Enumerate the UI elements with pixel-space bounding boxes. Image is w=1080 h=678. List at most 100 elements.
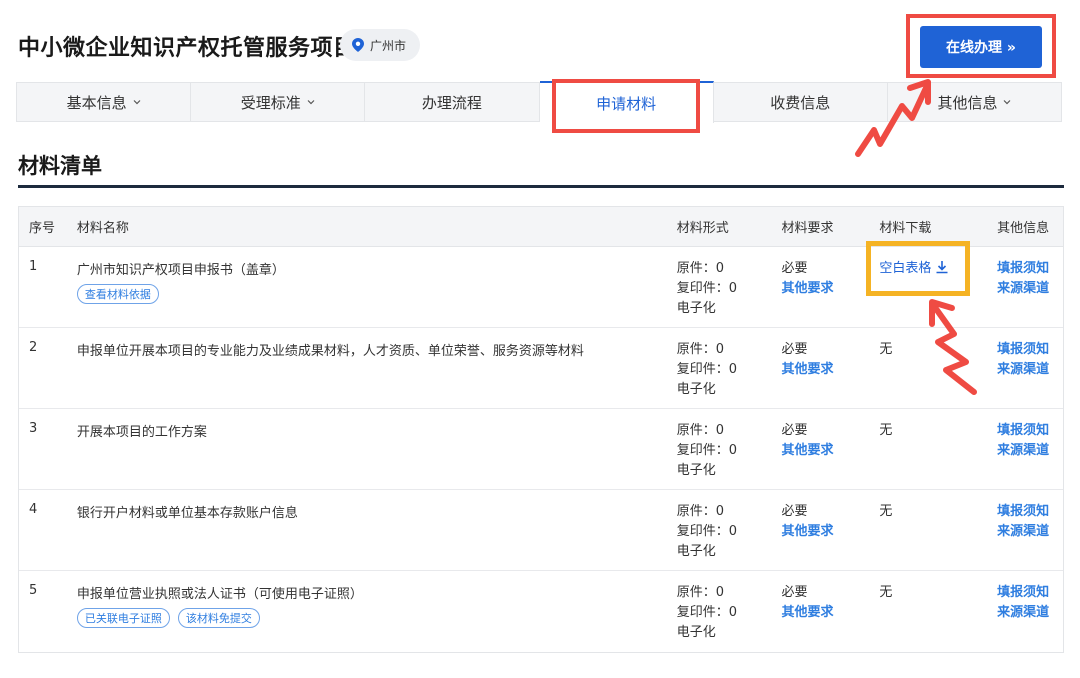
other-info: 填报须知 来源渠道 (987, 583, 1063, 652)
electronic-label: 电子化 (676, 544, 716, 559)
header-download: 材料下载 (879, 221, 932, 236)
exempt-submission-tag[interactable]: 该材料免提交 (177, 608, 260, 628)
view-basis-tag[interactable]: 查看材料依据 (76, 284, 159, 304)
material-form: 原件：0 复印件：0 电子化 (669, 340, 772, 408)
filling-notes-link[interactable]: 填报须知 (997, 259, 1063, 279)
source-channel-link[interactable]: 来源渠道 (997, 441, 1063, 461)
tab-basic-info[interactable]: 基本信息 (17, 83, 192, 121)
tab-bar: 基本信息 受理标准 办理流程 申请材料 收费信息 其他信息 (16, 81, 1062, 123)
tab-label: 申请材料 (596, 94, 657, 113)
electronic-label: 电子化 (676, 463, 716, 478)
chevron-down-icon (307, 100, 315, 105)
material-name-cell: 申报单位营业执照或法人证书（可使用电子证照） 已关联电子证照 该材料免提交 (67, 583, 669, 652)
header-other: 其他信息 (997, 221, 1050, 236)
table-row: 4 银行开户材料或单位基本存款账户信息 原件：0 复印件：0 电子化 必要 其他… (19, 490, 1063, 571)
filling-notes-link[interactable]: 填报须知 (997, 421, 1063, 441)
material-name: 申报单位开展本项目的专业能力及业绩成果材料，人才资质、单位荣誉、服务资源等材料 (76, 344, 584, 359)
material-name: 银行开户材料或单位基本存款账户信息 (76, 506, 298, 521)
source-channel-link[interactable]: 来源渠道 (997, 603, 1063, 623)
material-download: 空白表格 (869, 259, 987, 327)
other-info: 填报须知 来源渠道 (987, 502, 1063, 570)
tab-process[interactable]: 办理流程 (365, 83, 540, 121)
table-row: 2 申报单位开展本项目的专业能力及业绩成果材料，人才资质、单位荣誉、服务资源等材… (19, 328, 1063, 409)
header-requirement: 材料要求 (781, 221, 834, 236)
table-row: 1 广州市知识产权项目申报书（盖章） 查看材料依据 原件：0 复印件：0 电子化… (19, 247, 1063, 328)
download-label: 空白表格 (879, 261, 932, 276)
row-number: 5 (29, 583, 38, 598)
chevron-down-icon (1004, 100, 1011, 105)
source-channel-link[interactable]: 来源渠道 (997, 360, 1063, 380)
header-form: 材料形式 (676, 221, 729, 236)
material-name-cell: 广州市知识产权项目申报书（盖章） 查看材料依据 (67, 259, 669, 327)
material-form: 原件：0 复印件：0 电子化 (669, 502, 772, 570)
table-header: 序号 材料名称 材料形式 材料要求 材料下载 其他信息 (19, 207, 1063, 247)
other-requirements-link[interactable]: 其他要求 (782, 441, 870, 461)
copy-count: 复印件：0 (676, 605, 737, 620)
material-download: 无 (869, 421, 987, 489)
download-none: 无 (879, 585, 893, 600)
table-row: 3 开展本项目的工作方案 原件：0 复印件：0 电子化 必要 其他要求 无 填报… (19, 409, 1063, 490)
tab-label: 其他信息 (937, 93, 998, 112)
page-title: 中小微企业知识产权托管服务项目 (18, 36, 356, 61)
electronic-label: 电子化 (676, 301, 716, 316)
online-apply-button[interactable]: 在线办理 » (920, 26, 1042, 68)
chevron-down-icon (133, 100, 141, 105)
material-requirement: 必要 其他要求 (772, 259, 870, 327)
material-form: 原件：0 复印件：0 电子化 (669, 421, 772, 489)
other-requirements-link[interactable]: 其他要求 (782, 603, 870, 623)
other-info: 填报须知 来源渠道 (987, 259, 1063, 327)
location-pin-icon (352, 38, 364, 52)
material-requirement: 必要 其他要求 (772, 502, 870, 570)
material-name: 申报单位营业执照或法人证书（可使用电子证照） (76, 587, 363, 602)
other-info: 填报须知 来源渠道 (987, 421, 1063, 489)
section-title: 材料清单 (18, 154, 102, 178)
source-channel-link[interactable]: 来源渠道 (997, 279, 1063, 299)
required-label: 必要 (781, 585, 808, 600)
location-badge[interactable]: 广州市 (340, 29, 421, 61)
required-label: 必要 (781, 342, 808, 357)
electronic-label: 电子化 (676, 382, 716, 397)
tab-label: 基本信息 (66, 93, 127, 112)
required-label: 必要 (781, 261, 808, 276)
original-count: 原件：0 (676, 261, 724, 276)
material-name-cell: 申报单位开展本项目的专业能力及业绩成果材料，人才资质、单位荣誉、服务资源等材料 (67, 340, 669, 408)
row-number: 2 (29, 340, 38, 355)
original-count: 原件：0 (676, 585, 724, 600)
filling-notes-link[interactable]: 填报须知 (997, 340, 1063, 360)
row-number: 1 (29, 259, 38, 274)
row-number: 3 (29, 421, 38, 436)
material-requirement: 必要 其他要求 (772, 421, 870, 489)
required-label: 必要 (781, 504, 808, 519)
material-form: 原件：0 复印件：0 电子化 (669, 259, 772, 327)
other-requirements-link[interactable]: 其他要求 (782, 360, 870, 380)
material-form: 原件：0 复印件：0 电子化 (669, 583, 772, 652)
copy-count: 复印件：0 (676, 524, 737, 539)
blank-form-download-link[interactable]: 空白表格 (879, 261, 949, 276)
other-requirements-link[interactable]: 其他要求 (782, 279, 870, 299)
location-label: 广州市 (370, 38, 407, 53)
material-download: 无 (869, 340, 987, 408)
tab-other-info[interactable]: 其他信息 (888, 83, 1061, 121)
section-divider (18, 185, 1064, 188)
download-none: 无 (879, 342, 893, 357)
electronic-label: 电子化 (676, 625, 716, 640)
copy-count: 复印件：0 (676, 443, 737, 458)
header-name: 材料名称 (76, 221, 129, 236)
header-no: 序号 (29, 221, 56, 236)
other-requirements-link[interactable]: 其他要求 (782, 522, 870, 542)
material-download: 无 (869, 502, 987, 570)
filling-notes-link[interactable]: 填报须知 (997, 583, 1063, 603)
material-download: 无 (869, 583, 987, 652)
tab-application-materials[interactable]: 申请材料 (539, 81, 714, 123)
tab-acceptance-criteria[interactable]: 受理标准 (191, 83, 366, 121)
download-none: 无 (879, 504, 893, 519)
required-label: 必要 (781, 423, 808, 438)
tab-label: 办理流程 (421, 93, 482, 112)
material-name-cell: 银行开户材料或单位基本存款账户信息 (67, 502, 669, 570)
linked-e-license-tag[interactable]: 已关联电子证照 (76, 608, 170, 628)
source-channel-link[interactable]: 来源渠道 (997, 522, 1063, 542)
filling-notes-link[interactable]: 填报须知 (997, 502, 1063, 522)
original-count: 原件：0 (676, 504, 724, 519)
row-number: 4 (29, 502, 38, 517)
tab-fee-info[interactable]: 收费信息 (714, 83, 888, 121)
